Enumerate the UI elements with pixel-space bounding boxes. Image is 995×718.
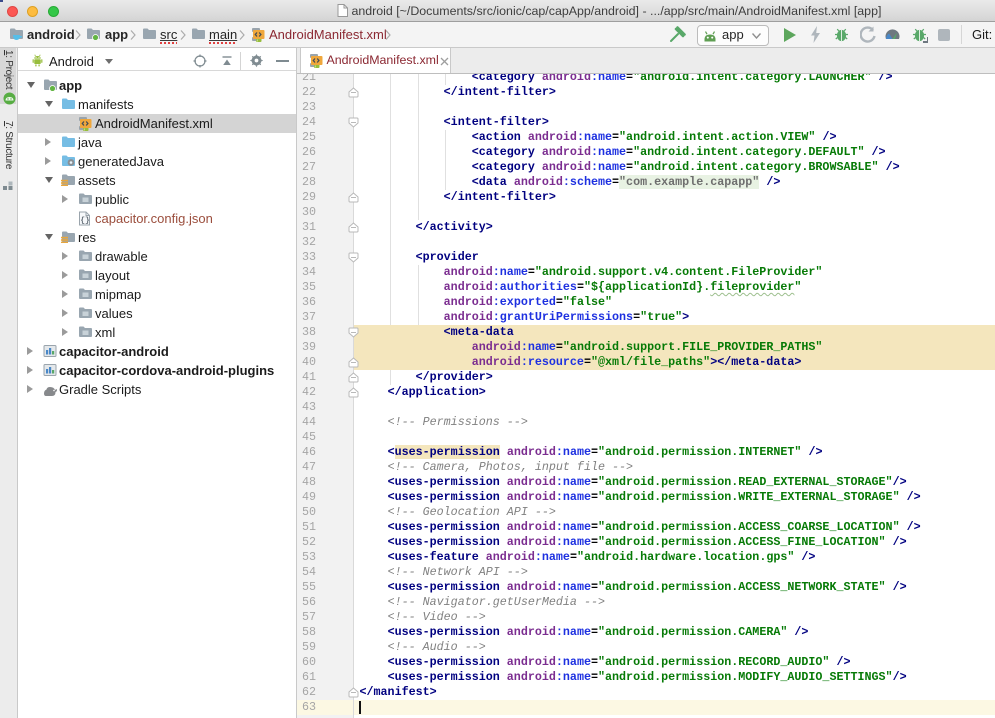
svg-text:{}: {}	[80, 217, 90, 226]
